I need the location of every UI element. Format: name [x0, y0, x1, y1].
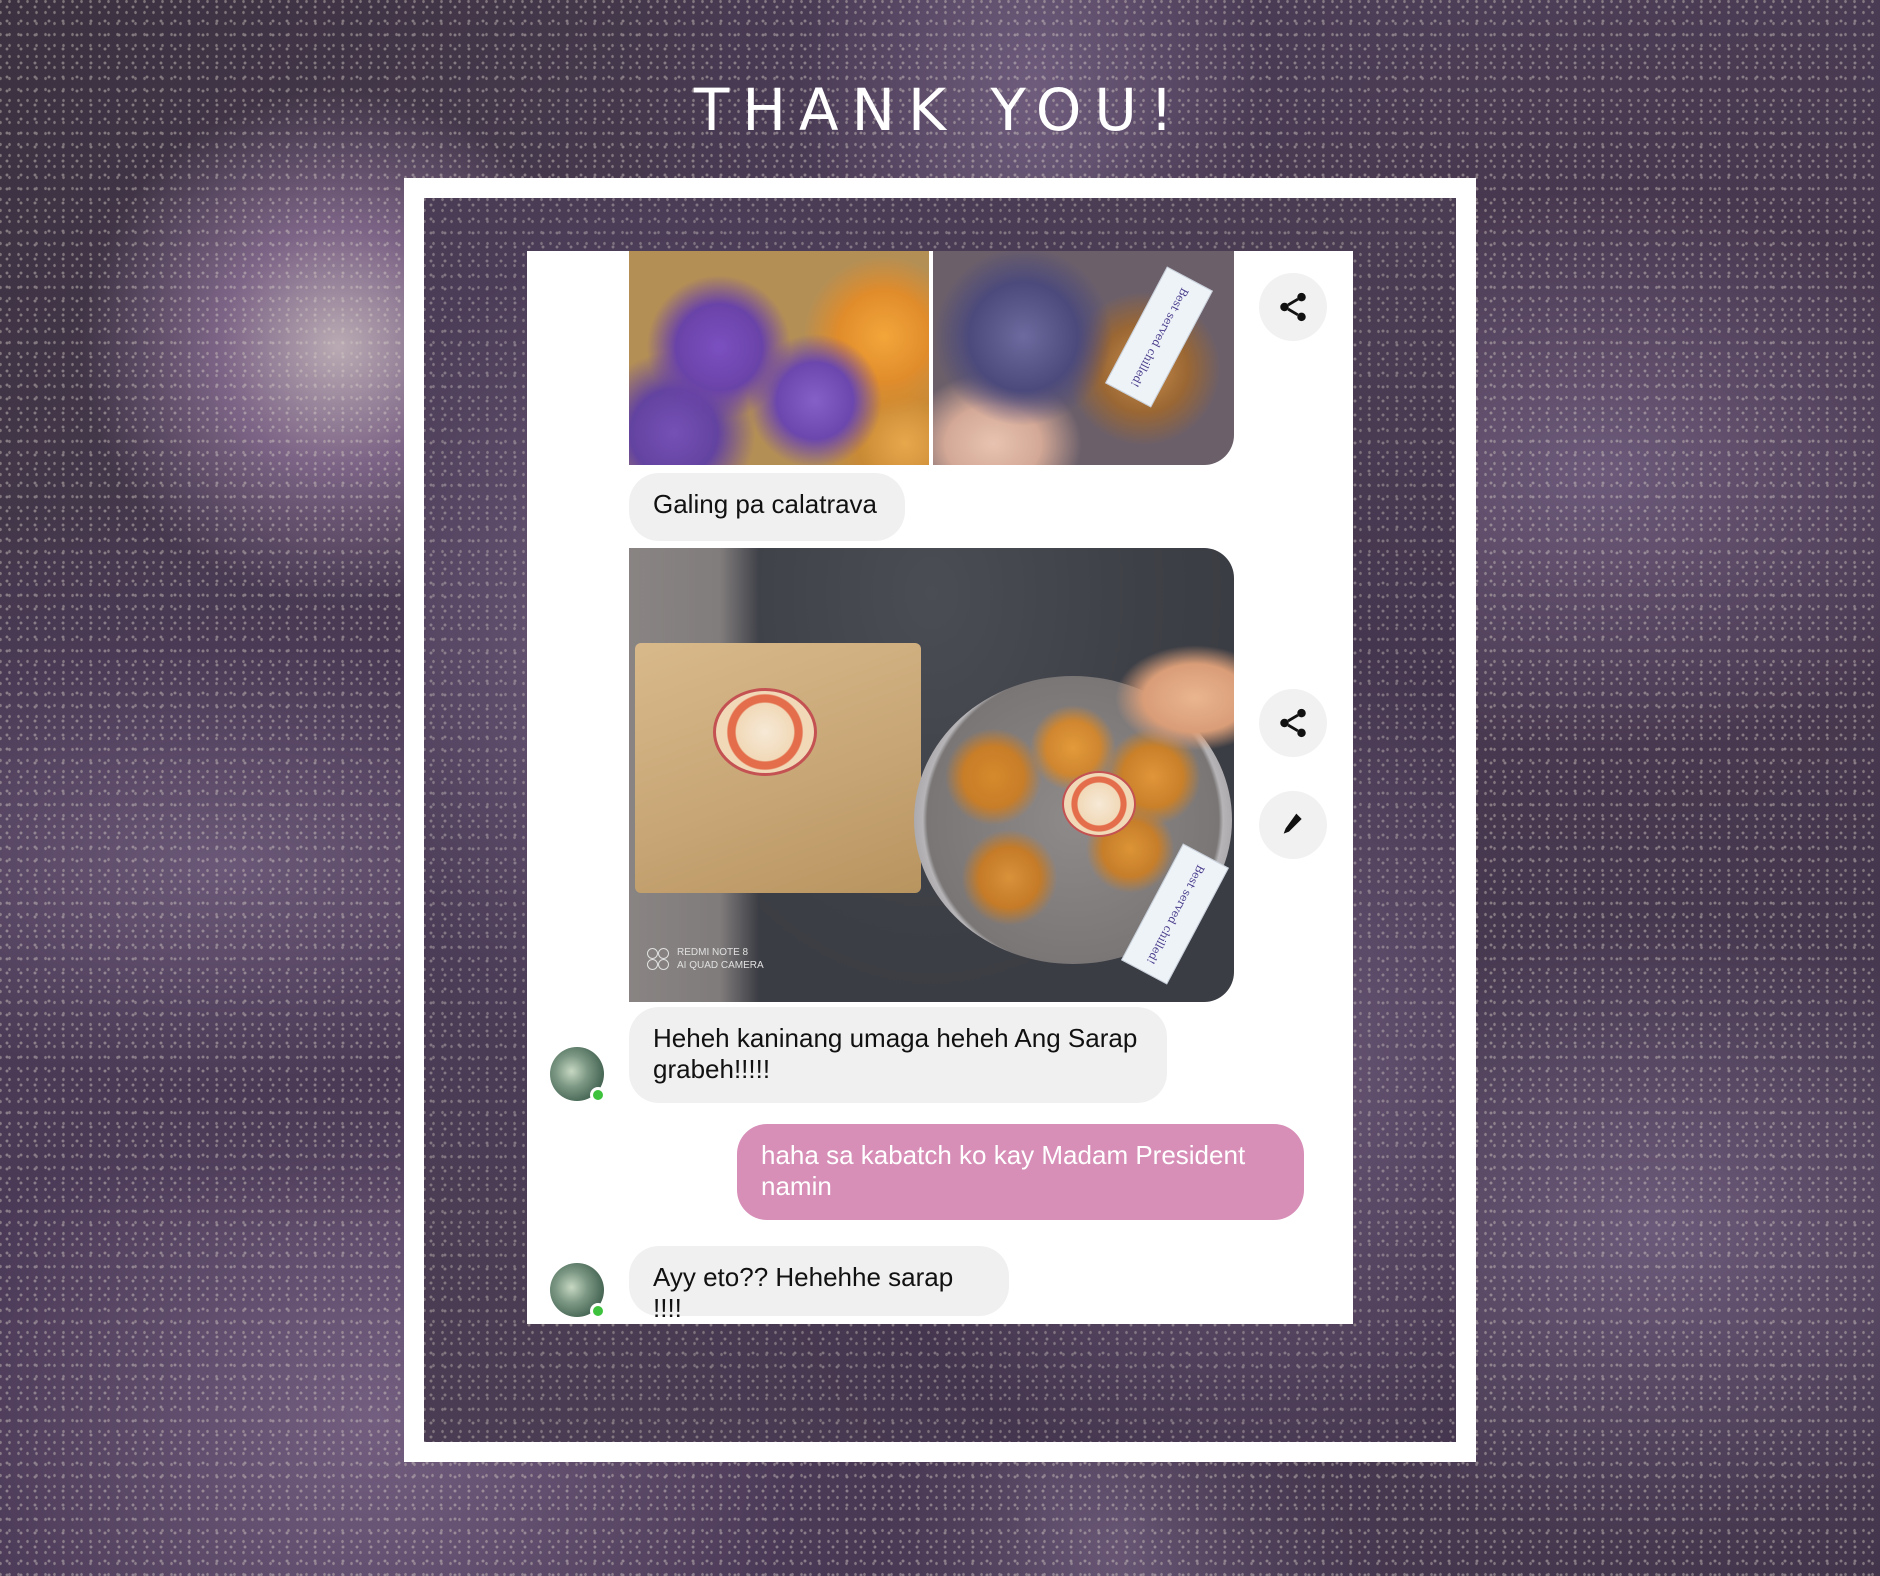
message-bubble-incoming: Ayy eto?? Hehehhe sarap !!!!: [629, 1246, 1009, 1323]
online-status-dot: [590, 1087, 606, 1103]
page-title: THANK YOU!: [693, 76, 1187, 144]
camera-watermark: REDMI NOTE 8 AI QUAD CAMERA: [647, 946, 764, 972]
paper-bag: [635, 643, 921, 893]
contact-avatar[interactable]: [550, 1263, 606, 1319]
shared-photos-row: Best served chilled!: [629, 251, 1234, 465]
online-status-dot: [590, 1303, 606, 1319]
camera-lens-icon: [647, 948, 669, 970]
chat-screenshot: Best served chilled! Galing pa calatrava…: [527, 251, 1353, 1324]
shared-photo-ube-cheese[interactable]: [629, 251, 929, 465]
share-icon: [1280, 292, 1306, 322]
message-bubble-incoming: Galing pa calatrava: [629, 473, 905, 541]
shared-photo-packaged[interactable]: Best served chilled!: [933, 251, 1234, 465]
brand-logo: [713, 688, 817, 776]
shared-photo-delivery[interactable]: Best served chilled! REDMI NOTE 8 AI QUA…: [629, 548, 1234, 1002]
photo-note-card: Best served chilled!: [1105, 266, 1213, 408]
share-button-2[interactable]: [1259, 689, 1327, 757]
message-bubble-incoming: Heheh kaninang umaga heheh Ang Sarap gra…: [629, 1007, 1167, 1103]
pencil-icon: [1283, 813, 1302, 834]
contact-avatar[interactable]: [550, 1047, 606, 1103]
message-bubble-outgoing: haha sa kabatch ko kay Madam President n…: [737, 1124, 1304, 1220]
share-icon: [1280, 708, 1306, 738]
share-button-1[interactable]: [1259, 273, 1327, 341]
brand-logo: [1062, 771, 1136, 837]
edit-button[interactable]: [1259, 791, 1327, 859]
